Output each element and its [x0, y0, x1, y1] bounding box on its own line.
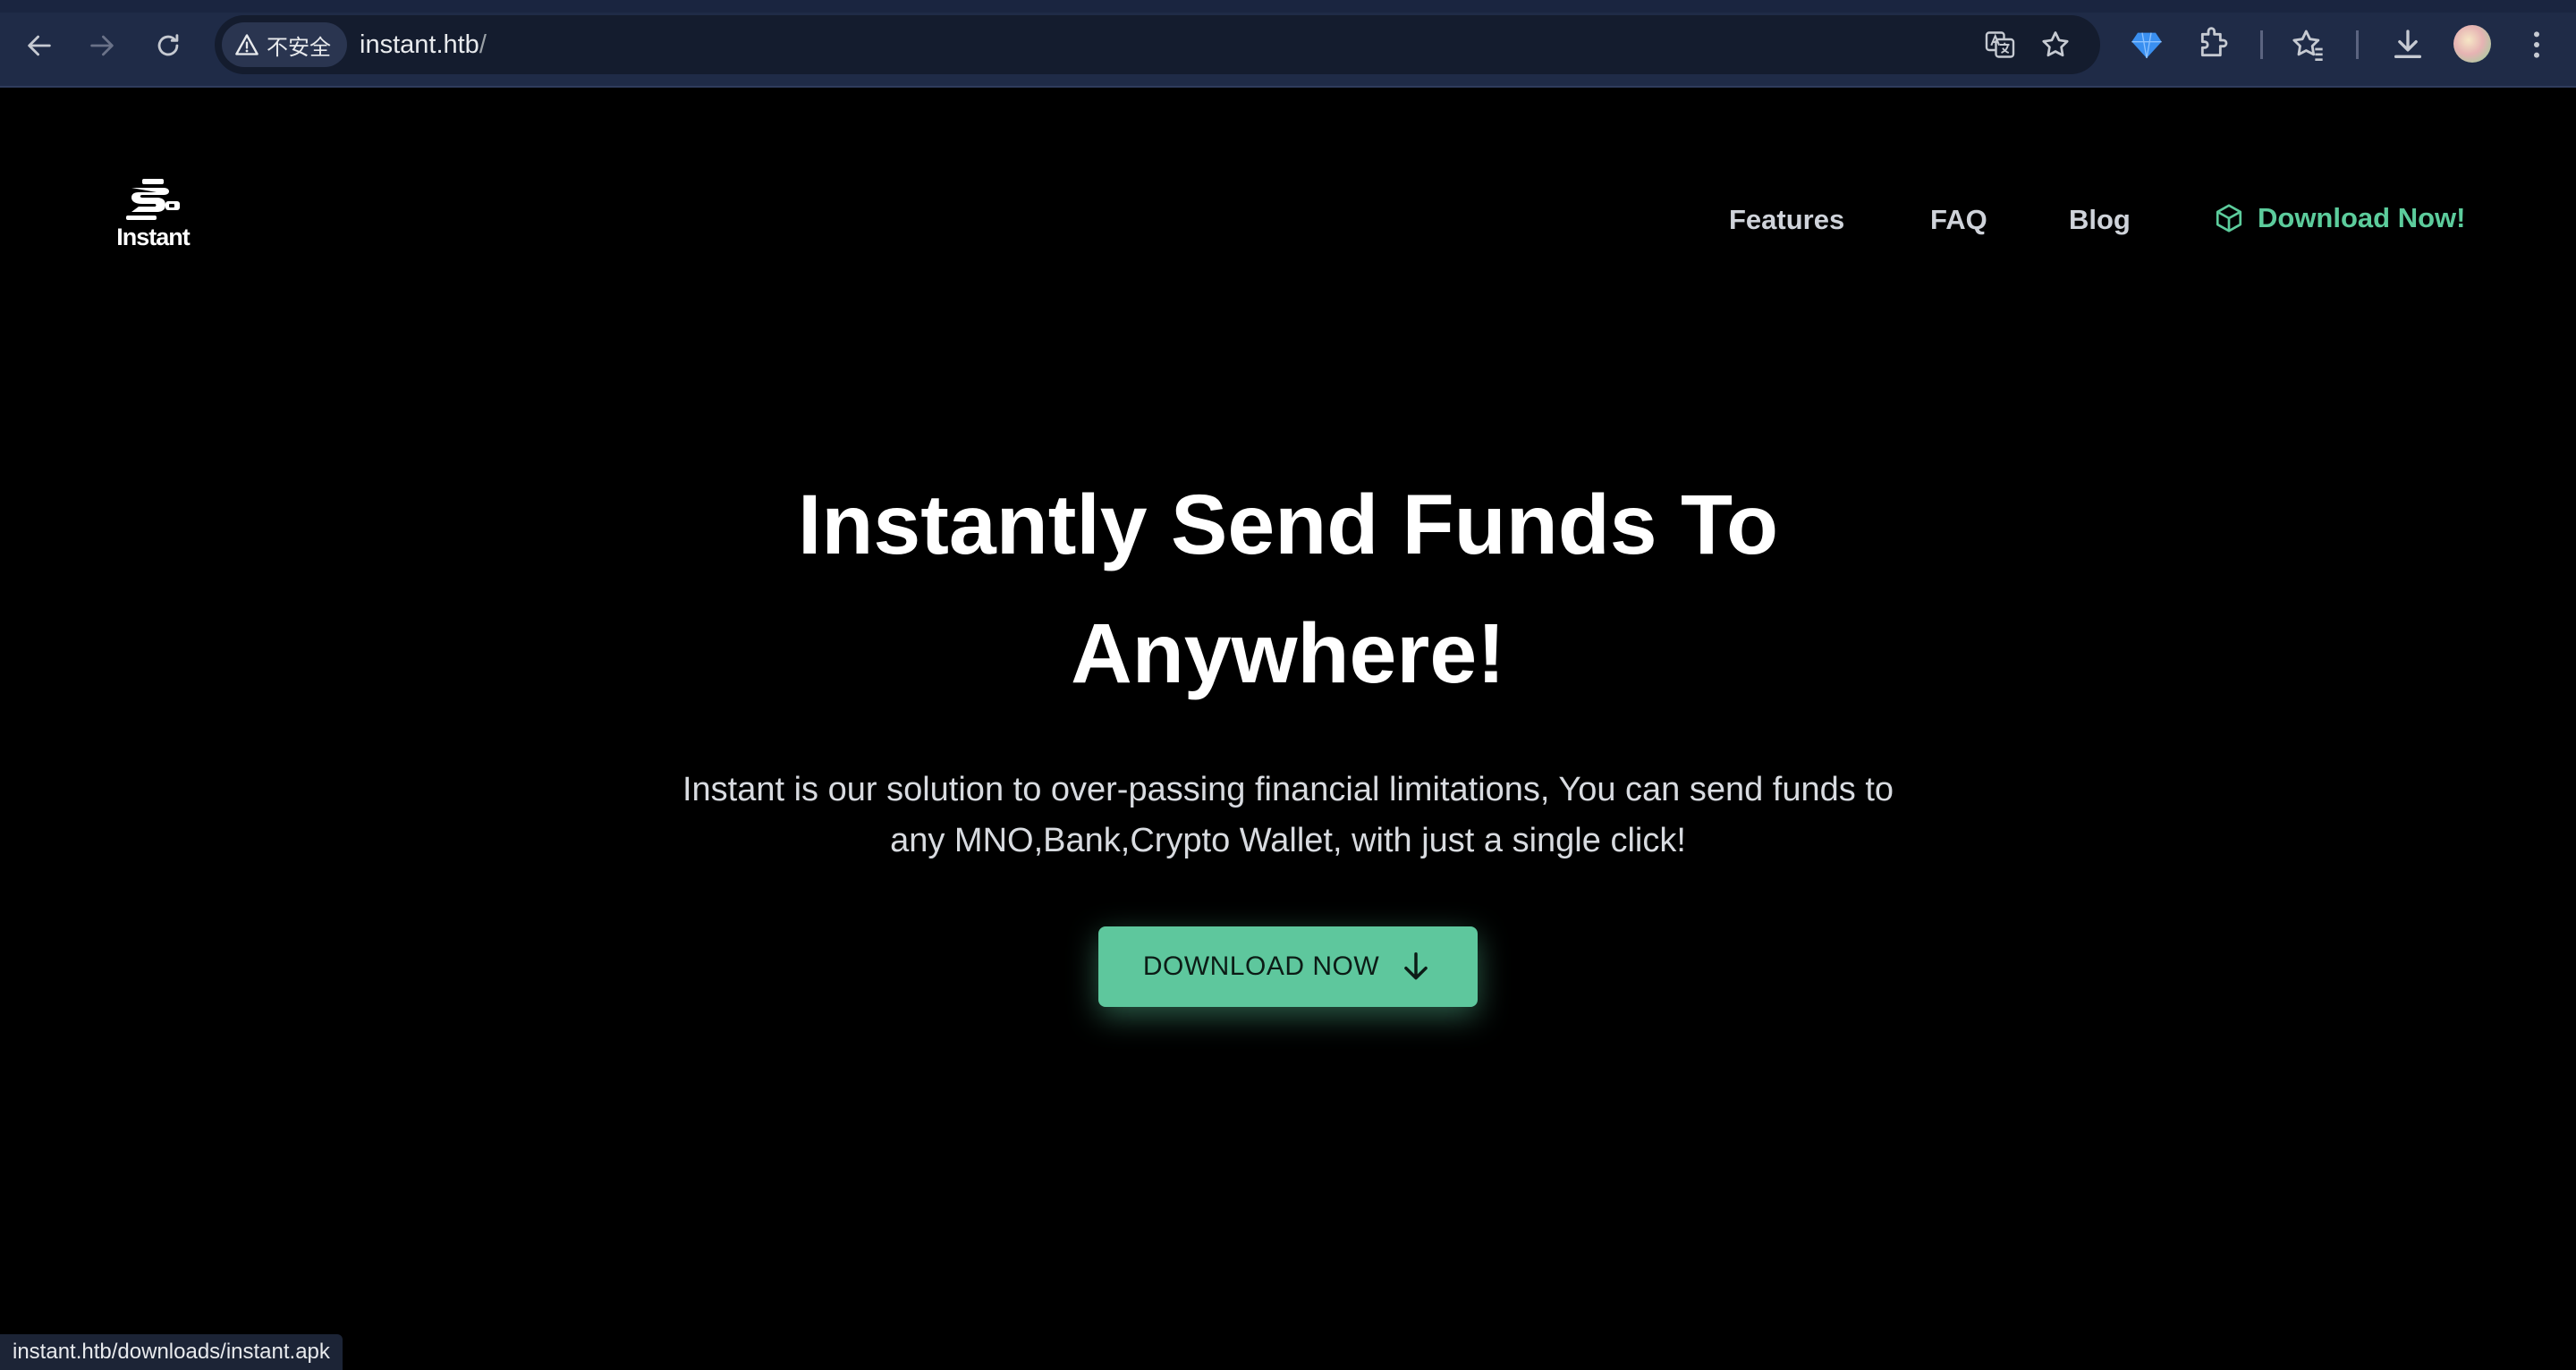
- logo-text: Instant: [116, 224, 191, 250]
- hero-title-line2: Anywhere!: [1071, 606, 1505, 701]
- nav-blog-link[interactable]: Blog: [2069, 204, 2131, 236]
- forward-arrow-icon: [90, 35, 114, 56]
- toolbar-separator: [2260, 30, 2263, 59]
- nav-faq-link[interactable]: FAQ: [1930, 204, 1987, 236]
- toolbar-separator: [2356, 30, 2359, 59]
- tab-strip: [0, 0, 2576, 13]
- back-button[interactable]: [17, 23, 62, 68]
- cube-icon: [2216, 204, 2242, 233]
- hero-subtitle-line2: any MNO,Bank,Crypto Wallet, with just a …: [890, 822, 1686, 859]
- hero-subtitle-line1: Instant is our solution to over-passing …: [682, 771, 1894, 808]
- more-menu-icon[interactable]: [2519, 27, 2555, 63]
- security-indicator[interactable]: 不安全: [222, 22, 347, 67]
- bookmarks-star-icon[interactable]: [2290, 27, 2326, 63]
- reload-icon: [157, 34, 179, 56]
- url-text[interactable]: instant.htb/: [360, 15, 487, 74]
- url-path: /: [479, 30, 487, 59]
- url-host: instant.htb: [360, 30, 479, 59]
- warning-icon: [235, 34, 258, 55]
- translate-icon[interactable]: [1984, 29, 2016, 61]
- arrow-down-icon: [1404, 952, 1428, 980]
- security-label: 不安全: [267, 35, 331, 60]
- header-download-label: Download Now!: [2258, 202, 2466, 233]
- bookmark-star-icon[interactable]: [2039, 29, 2072, 61]
- downloads-icon[interactable]: [2390, 27, 2426, 63]
- back-arrow-icon: [28, 35, 51, 56]
- site-logo[interactable]: Instant: [110, 179, 196, 252]
- forward-button[interactable]: [80, 23, 124, 68]
- reload-button[interactable]: [146, 23, 191, 68]
- address-bar[interactable]: 不安全 instant.htb/: [215, 15, 2100, 74]
- diamond-extension-icon[interactable]: [2129, 27, 2165, 63]
- header-download-link[interactable]: Download Now!: [2213, 202, 2465, 234]
- hero-title: Instantly Send Funds To Anywhere!: [572, 461, 2004, 718]
- browser-toolbar: 不安全 instant.htb/: [0, 0, 2576, 88]
- nav-features-link[interactable]: Features: [1729, 204, 1844, 236]
- hero-title-line1: Instantly Send Funds To: [797, 478, 1779, 572]
- download-now-button[interactable]: DOWNLOAD NOW: [1098, 926, 1478, 1007]
- logo-mark-icon: [126, 179, 180, 220]
- profile-avatar[interactable]: [2453, 25, 2491, 63]
- download-button-label: DOWNLOAD NOW: [1142, 951, 1380, 981]
- hero-subtitle: Instant is our solution to over-passing …: [626, 765, 1950, 867]
- extensions-puzzle-icon[interactable]: [2195, 27, 2231, 63]
- link-status-bar: instant.htb/downloads/instant.apk: [0, 1334, 343, 1370]
